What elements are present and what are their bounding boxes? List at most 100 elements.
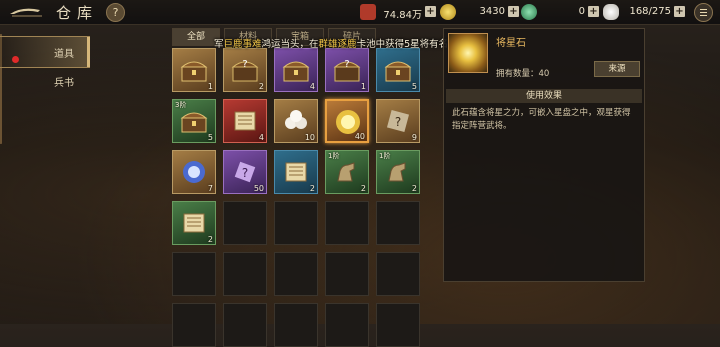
empty-slot bbox=[325, 303, 369, 347]
sidebar-item-label: 兵书 bbox=[54, 78, 74, 89]
item-count: 5 bbox=[411, 82, 417, 91]
scroll-icon bbox=[281, 157, 311, 187]
sidebar: 道具 兵书 bbox=[0, 34, 90, 324]
inventory-slot[interactable]: 7 bbox=[172, 150, 216, 194]
mystery-chest-icon: ? bbox=[332, 55, 362, 85]
add-jade-button[interactable]: + bbox=[588, 6, 599, 17]
sidebar-item-books[interactable]: 兵书 bbox=[0, 66, 90, 96]
inventory-slot[interactable]: 1阶 2 bbox=[376, 150, 420, 194]
item-detail-panel: 将星石 拥有数量：40 来源 使用效果 此石蕴含将星之力，可嵌入星盘之中，观星获… bbox=[443, 28, 645, 282]
inventory-slot[interactable]: 40 bbox=[325, 99, 369, 143]
ticker-highlight: 群雄逐鹿 bbox=[318, 39, 357, 50]
chest-icon bbox=[383, 55, 413, 85]
empty-slot bbox=[172, 252, 216, 296]
pearls-icon bbox=[281, 106, 311, 136]
sidebar-item-items[interactable]: 道具 bbox=[0, 36, 90, 68]
add-treasure-button[interactable]: + bbox=[425, 6, 436, 17]
item-name: 将星石 bbox=[496, 38, 526, 49]
item-count: 5 bbox=[207, 133, 213, 142]
item-count: 2 bbox=[309, 184, 315, 193]
orb-icon bbox=[179, 157, 209, 187]
resource-capacity-value: 168/275 bbox=[629, 6, 671, 17]
source-button[interactable]: 来源 bbox=[594, 61, 640, 77]
item-count: 7 bbox=[207, 184, 213, 193]
resource-treasure: 74.84万 + bbox=[360, 4, 436, 21]
resource-gold-value: 3430 bbox=[479, 6, 505, 17]
add-capacity-button[interactable]: + bbox=[674, 6, 685, 17]
help-button[interactable]: ? bbox=[106, 3, 125, 22]
inventory-slot[interactable]: ? 2 bbox=[223, 48, 267, 92]
mystery-shard-icon: ? bbox=[230, 157, 260, 187]
tab-all[interactable]: 全部 bbox=[172, 28, 220, 46]
mystery-chest-icon: ? bbox=[230, 55, 260, 85]
inventory-slot[interactable]: 1 bbox=[172, 48, 216, 92]
inventory-slot[interactable]: 4 bbox=[223, 99, 267, 143]
resource-capacity: 168/275 + bbox=[603, 4, 685, 20]
capacity-icon bbox=[603, 4, 619, 20]
effect-header: 使用效果 bbox=[446, 89, 642, 103]
menu-icon-line bbox=[700, 15, 707, 16]
item-count: 2 bbox=[360, 184, 366, 193]
inventory-slot[interactable]: ? 50 bbox=[223, 150, 267, 194]
notification-dot bbox=[12, 56, 19, 63]
horse-icon bbox=[383, 157, 413, 187]
empty-slot bbox=[274, 201, 318, 245]
inventory-slot[interactable]: ? 9 bbox=[376, 99, 420, 143]
item-count: 4 bbox=[258, 133, 264, 142]
empty-slot bbox=[325, 201, 369, 245]
item-count: 40 bbox=[354, 132, 365, 141]
item-count: 50 bbox=[253, 184, 264, 193]
empty-slot bbox=[325, 252, 369, 296]
mystery-token-icon: ? bbox=[383, 106, 413, 136]
treasure-chest-icon bbox=[360, 4, 376, 20]
empty-slot bbox=[223, 303, 267, 347]
back-button[interactable] bbox=[8, 3, 44, 21]
gold-coin-icon bbox=[440, 4, 456, 20]
inventory-slot[interactable]: 10 bbox=[274, 99, 318, 143]
item-grid: 1? 2 4? 1 5 3阶 5 4 10 40? 9 7? 50 2 1阶 2 1阶 2 2 bbox=[172, 48, 434, 347]
inventory-slot[interactable]: 2 bbox=[274, 150, 318, 194]
horse-icon bbox=[332, 157, 362, 187]
item-count: 2 bbox=[258, 82, 264, 91]
back-arrow-icon bbox=[10, 8, 42, 17]
item-owned-count: 拥有数量：40 bbox=[496, 69, 550, 79]
resource-gold: 3430 + bbox=[440, 4, 519, 20]
inventory-slot[interactable]: 2 bbox=[172, 201, 216, 245]
resource-jade-value: 0 bbox=[578, 6, 585, 17]
empty-slot bbox=[223, 201, 267, 245]
empty-slot bbox=[376, 303, 420, 347]
inventory-slot[interactable]: 3阶 5 bbox=[172, 99, 216, 143]
item-count: 9 bbox=[411, 133, 417, 142]
item-description: 此石蕴含将星之力，可嵌入星盘之中，观星获得指定阵营武将。 bbox=[452, 108, 631, 131]
chest-icon bbox=[179, 106, 209, 136]
inventory-slot[interactable]: 1阶 2 bbox=[325, 150, 369, 194]
empty-slot bbox=[274, 303, 318, 347]
page-title: 仓库 bbox=[56, 4, 99, 22]
inventory-slot[interactable]: 5 bbox=[376, 48, 420, 92]
inventory-slot[interactable]: 4 bbox=[274, 48, 318, 92]
svg-text:?: ? bbox=[344, 59, 349, 70]
star-stone-icon bbox=[448, 33, 488, 73]
item-count: 4 bbox=[309, 82, 315, 91]
resource-treasure-value: 74.84万 bbox=[383, 10, 422, 21]
empty-slot bbox=[172, 303, 216, 347]
inventory-slot[interactable]: ? 1 bbox=[325, 48, 369, 92]
jade-coin-icon bbox=[521, 4, 537, 20]
empty-slot bbox=[376, 201, 420, 245]
empty-slot bbox=[376, 252, 420, 296]
resource-jade: 0 + bbox=[521, 4, 599, 20]
svg-text:?: ? bbox=[395, 115, 401, 129]
scroll-icon bbox=[179, 208, 209, 238]
chest-icon bbox=[179, 55, 209, 85]
item-count: 2 bbox=[207, 235, 213, 244]
ticker-text: 卡池中获得5星将有名 bbox=[356, 39, 449, 50]
item-level: 3阶 bbox=[175, 101, 187, 109]
sidebar-item-label: 道具 bbox=[54, 49, 74, 60]
empty-slot bbox=[223, 252, 267, 296]
chest-icon bbox=[281, 55, 311, 85]
item-count: 1 bbox=[207, 82, 213, 91]
item-count: 1 bbox=[360, 82, 366, 91]
add-gold-button[interactable]: + bbox=[508, 6, 519, 17]
menu-button[interactable] bbox=[694, 3, 713, 22]
item-level: 1阶 bbox=[379, 152, 391, 160]
